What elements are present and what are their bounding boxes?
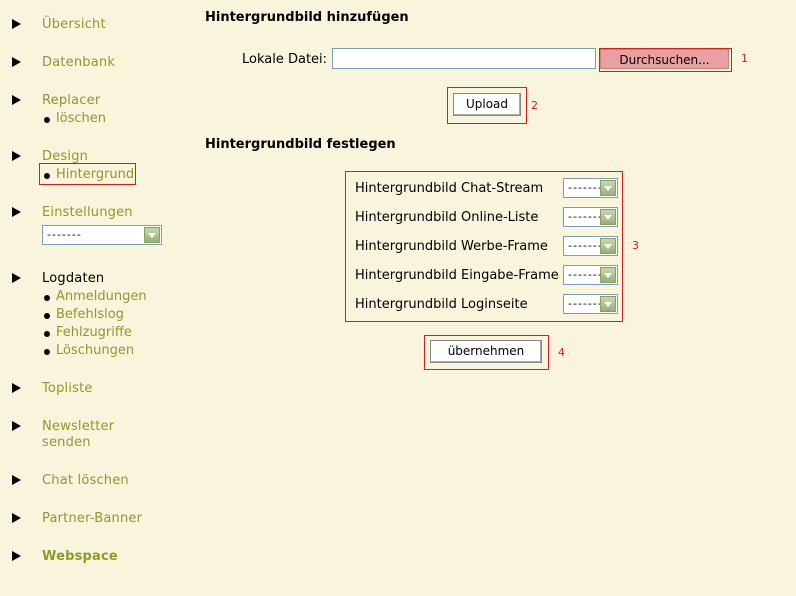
nav-label-datenbank[interactable]: Datenbank — [42, 55, 115, 70]
einstellungen-select[interactable]: ------- — [42, 225, 162, 245]
eingabe-frame-select[interactable]: ------- — [563, 265, 618, 285]
nav-label-webspace[interactable]: Webspace — [42, 549, 118, 564]
bullet-icon — [44, 117, 50, 123]
upload-heading: Hintergrundbild hinzufügen — [205, 10, 409, 25]
select-value: ------- — [47, 228, 82, 241]
chevron-down-icon[interactable] — [600, 238, 616, 254]
annotation-3: 3 — [632, 239, 639, 252]
arrow-icon — [12, 513, 21, 523]
row-label-loginseite: Hintergrundbild Loginseite — [355, 297, 528, 312]
chat-stream-select[interactable]: ------- — [563, 178, 618, 198]
browse-button[interactable]: Durchsuchen... — [600, 49, 729, 69]
annotation-2: 2 — [531, 99, 538, 112]
bullet-icon — [44, 349, 50, 355]
arrow-icon — [12, 383, 21, 393]
nav-label-newsletter-2[interactable]: senden — [42, 435, 91, 450]
arrow-icon — [12, 475, 21, 485]
file-label: Lokale Datei: — [242, 52, 328, 67]
row-label-online-liste: Hintergrundbild Online-Liste — [355, 210, 539, 225]
sub-label-fehlzugriffe[interactable]: Fehlzugriffe — [56, 325, 132, 340]
nav-label-chat-loeschen[interactable]: Chat löschen — [42, 473, 129, 488]
nav-label-newsletter[interactable]: Newsletter — [42, 419, 114, 434]
arrow-icon — [12, 207, 21, 217]
werbe-frame-select[interactable]: ------- — [563, 236, 618, 256]
loginseite-select[interactable]: ------- — [563, 294, 618, 314]
nav-label-logdaten[interactable]: Logdaten — [42, 271, 104, 286]
nav-label-design[interactable]: Design — [42, 149, 88, 164]
assign-heading: Hintergrundbild festlegen — [205, 137, 396, 152]
apply-button[interactable]: übernehmen — [430, 340, 542, 363]
nav-label-einstellungen[interactable]: Einstellungen — [42, 205, 133, 220]
sub-label-loeschen[interactable]: löschen — [56, 111, 106, 126]
sub-label-befehlslog[interactable]: Befehlslog — [56, 307, 124, 322]
bullet-icon — [44, 313, 50, 319]
arrow-icon — [12, 421, 21, 431]
arrow-icon — [12, 551, 21, 561]
online-liste-select[interactable]: ------- — [563, 207, 618, 227]
nav-label-partner-banner[interactable]: Partner-Banner — [42, 511, 142, 526]
sub-label-loeschungen[interactable]: Löschungen — [56, 343, 134, 358]
arrow-icon — [12, 95, 21, 105]
bullet-icon — [44, 173, 50, 179]
arrow-icon — [12, 19, 21, 29]
sub-label-hintergrund[interactable]: Hintergrund — [56, 167, 134, 182]
select-value: ------- — [568, 297, 603, 310]
arrow-icon — [12, 273, 21, 283]
bullet-icon — [44, 331, 50, 337]
annotation-1: 1 — [741, 52, 748, 65]
bullet-icon — [44, 295, 50, 301]
sub-label-anmeldungen[interactable]: Anmeldungen — [56, 289, 147, 304]
file-input[interactable] — [332, 48, 596, 69]
upload-button[interactable]: Upload — [453, 93, 521, 116]
chevron-down-icon[interactable] — [600, 267, 616, 283]
sidebar-nav: Übersicht Datenbank Replacer löschen Des… — [0, 0, 190, 596]
row-label-werbe-frame: Hintergrundbild Werbe-Frame — [355, 239, 548, 254]
arrow-icon — [12, 57, 21, 67]
nav-label-uebersicht[interactable]: Übersicht — [42, 17, 106, 32]
chevron-down-icon[interactable] — [600, 296, 616, 312]
select-value: ------- — [568, 268, 603, 281]
select-value: ------- — [568, 181, 603, 194]
chevron-down-icon[interactable] — [600, 209, 616, 225]
chevron-down-icon[interactable] — [144, 227, 160, 243]
row-label-chat-stream: Hintergrundbild Chat-Stream — [355, 181, 544, 196]
select-value: ------- — [568, 239, 603, 252]
nav-label-replacer[interactable]: Replacer — [42, 93, 100, 108]
chevron-down-icon[interactable] — [600, 180, 616, 196]
arrow-icon — [12, 151, 21, 161]
select-value: ------- — [568, 210, 603, 223]
annotation-4: 4 — [558, 346, 565, 359]
nav-label-topliste[interactable]: Topliste — [42, 381, 93, 396]
row-label-eingabe-frame: Hintergrundbild Eingabe-Frame — [355, 268, 559, 283]
